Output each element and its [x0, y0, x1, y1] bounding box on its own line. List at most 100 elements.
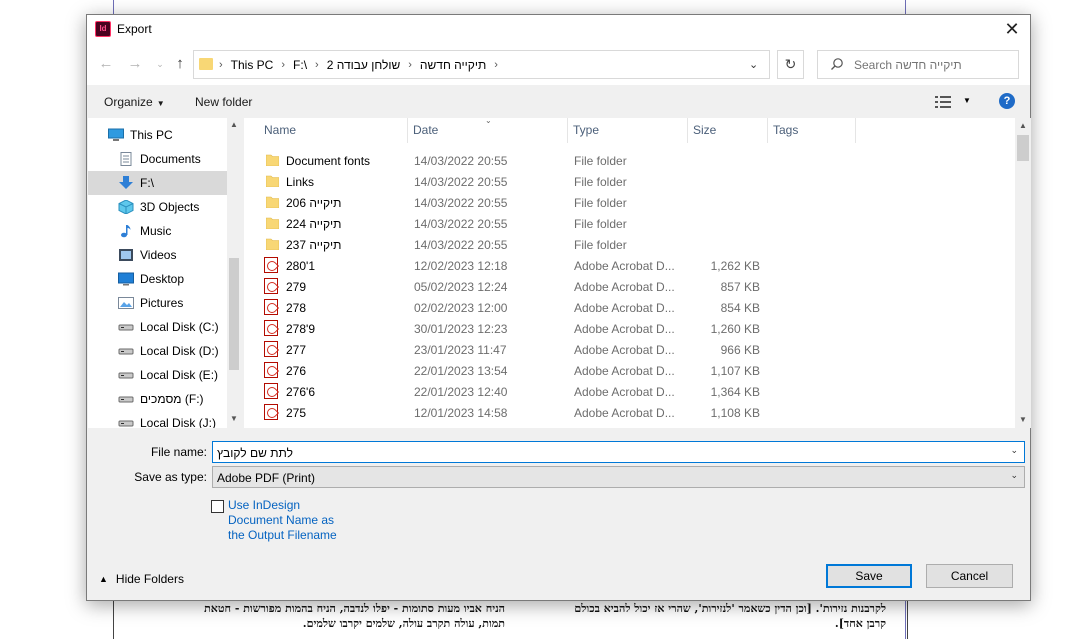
- refresh-icon[interactable]: ↻: [777, 50, 804, 79]
- documents-icon: [118, 152, 134, 166]
- file-size-cell: 1,364 KB: [710, 385, 760, 399]
- column-header-type[interactable]: Type: [568, 118, 688, 143]
- breadcrumb-item[interactable]: F:\: [293, 58, 307, 72]
- scrollbar-thumb[interactable]: [229, 258, 239, 370]
- sidebar-item[interactable]: 3D Objects: [88, 195, 227, 219]
- sidebar-item[interactable]: Local Disk (D:): [88, 339, 227, 363]
- file-size-cell: 857 KB: [720, 280, 760, 294]
- file-list-scrollbar[interactable]: ▲ ▼: [1015, 118, 1031, 428]
- table-row[interactable]: Document fonts 14/03/2022 20:55 File folde…: [244, 150, 1015, 171]
- file-type-cell: Adobe Acrobat D...: [574, 322, 675, 336]
- new-folder-button[interactable]: New folder: [195, 95, 252, 109]
- sidebar-item[interactable]: Videos: [88, 243, 227, 267]
- column-header-name[interactable]: Name: [259, 118, 408, 143]
- use-indesign-name-label[interactable]: Use InDesign Document Name as the Output…: [228, 498, 348, 543]
- table-row[interactable]: 277 23/01/2023 11:47 Adobe Acrobat D... 966…: [244, 339, 1015, 360]
- table-row[interactable]: 206 תיקייה 14/03/2022 20:55 File folder: [244, 192, 1015, 213]
- address-bar[interactable]: › This PC › F:\ › שולחן עבודה 2 › תיקייה…: [193, 50, 770, 79]
- table-row[interactable]: 275 12/01/2023 14:58 Adobe Acrobat D... 1,1…: [244, 402, 1015, 423]
- column-header-tags[interactable]: Tags: [768, 118, 856, 143]
- chevron-right-icon[interactable]: ›: [315, 59, 319, 71]
- hide-folders-button[interactable]: ▲ Hide Folders: [99, 572, 184, 586]
- file-name-input[interactable]: [217, 445, 997, 460]
- pdf-file-icon: [264, 383, 278, 399]
- column-header-size[interactable]: Size: [688, 118, 768, 143]
- help-icon[interactable]: ?: [999, 93, 1015, 109]
- table-row[interactable]: 276'6 22/01/2023 12:40 Adobe Acrobat D... 1…: [244, 381, 1015, 402]
- sidebar-item[interactable]: Music: [88, 219, 227, 243]
- table-row[interactable]: 278 02/02/2023 12:00 Adobe Acrobat D... 854…: [244, 297, 1015, 318]
- chevron-right-icon: ›: [219, 59, 223, 71]
- chevron-right-icon[interactable]: ›: [494, 59, 498, 71]
- chevron-right-icon[interactable]: ›: [281, 59, 285, 71]
- file-date-cell: 05/02/2023 12:24: [414, 280, 508, 294]
- sidebar-item-label: Pictures: [140, 296, 184, 310]
- table-row[interactable]: Links 14/03/2022 20:55 File folder: [244, 171, 1015, 192]
- file-name-combobox[interactable]: ⌄: [212, 441, 1025, 463]
- recent-locations-chevron-icon[interactable]: ⌄: [151, 55, 169, 73]
- sidebar-item[interactable]: Documents: [88, 147, 227, 171]
- nav-pane-scrollbar[interactable]: ▲ ▼: [227, 118, 241, 428]
- navigation-bar: ← → ⌄ ↑ › This PC › F:\ › שולחן עבודה 2 …: [87, 45, 1030, 85]
- pc-icon: [108, 128, 124, 142]
- file-date-cell: 14/03/2022 20:55: [414, 175, 508, 189]
- use-indesign-name-checkbox[interactable]: [211, 500, 224, 513]
- address-dropdown-icon[interactable]: ⌄: [749, 58, 758, 71]
- close-icon[interactable]: ✕: [1002, 19, 1022, 39]
- file-name-cell: 275: [286, 406, 307, 420]
- pdf-file-icon: [264, 404, 278, 420]
- table-row[interactable]: 278'9 30/01/2023 12:23 Adobe Acrobat D... 1…: [244, 318, 1015, 339]
- breadcrumb-item[interactable]: This PC: [231, 58, 274, 72]
- search-box[interactable]: [817, 50, 1019, 79]
- file-type-cell: Adobe Acrobat D...: [574, 343, 675, 357]
- scroll-up-icon[interactable]: ▲: [1015, 121, 1031, 130]
- pdf-file-icon: [264, 299, 278, 315]
- file-name-cell: 279: [286, 280, 307, 294]
- sidebar-item[interactable]: F:\: [88, 171, 227, 195]
- file-type-cell: Adobe Acrobat D...: [574, 364, 675, 378]
- scroll-down-icon[interactable]: ▼: [1015, 415, 1031, 424]
- back-arrow-icon[interactable]: ←: [97, 55, 115, 73]
- organize-button[interactable]: Organize ▼: [104, 95, 165, 109]
- file-date-cell: 12/01/2023 14:58: [414, 406, 508, 420]
- cancel-button[interactable]: Cancel: [926, 564, 1013, 588]
- file-type-cell: Adobe Acrobat D...: [574, 301, 675, 315]
- pdf-file-icon: [264, 362, 278, 378]
- breadcrumb-item[interactable]: תיקייה חדשה: [420, 58, 486, 72]
- search-input[interactable]: [854, 57, 1012, 73]
- save-as-type-select[interactable]: Adobe PDF (Print) ⌄: [212, 466, 1025, 488]
- file-date-cell: 14/03/2022 20:55: [414, 217, 508, 231]
- chevron-down-icon[interactable]: ⌄: [1010, 445, 1018, 456]
- breadcrumb-item[interactable]: שולחן עבודה 2: [327, 58, 401, 72]
- scroll-up-icon[interactable]: ▲: [227, 120, 241, 129]
- view-dropdown-icon[interactable]: ▼: [963, 96, 971, 105]
- file-size-cell: 1,260 KB: [710, 322, 760, 336]
- table-row[interactable]: 280'1 12/02/2023 12:18 Adobe Acrobat D... 1…: [244, 255, 1015, 276]
- sidebar-item[interactable]: Local Disk (E:): [88, 363, 227, 387]
- sidebar-item-label: Local Disk (E:): [140, 368, 219, 382]
- scroll-down-icon[interactable]: ▼: [227, 414, 241, 423]
- sidebar-item[interactable]: Local Disk (J:): [88, 411, 227, 428]
- pictures-icon: [118, 296, 134, 310]
- chevron-down-icon[interactable]: ⌄: [1010, 470, 1018, 481]
- table-row[interactable]: 224 תיקייה 14/03/2022 20:55 File folder: [244, 213, 1015, 234]
- pdf-file-icon: [264, 341, 278, 357]
- sidebar-item-label: מסמכים (F:): [140, 392, 204, 406]
- up-arrow-icon[interactable]: ↑: [171, 55, 189, 73]
- sidebar-item[interactable]: Desktop: [88, 267, 227, 291]
- table-row[interactable]: 279 05/02/2023 12:24 Adobe Acrobat D... 857…: [244, 276, 1015, 297]
- table-row[interactable]: 276 22/01/2023 13:54 Adobe Acrobat D... 1,1…: [244, 360, 1015, 381]
- folder-icon: [265, 196, 280, 209]
- table-row[interactable]: 237 תיקייה 14/03/2022 20:55 File folder: [244, 234, 1015, 255]
- scrollbar-thumb[interactable]: [1017, 135, 1029, 161]
- sidebar-item-label: Local Disk (J:): [140, 416, 217, 428]
- save-button[interactable]: Save: [826, 564, 912, 588]
- sidebar-item[interactable]: Pictures: [88, 291, 227, 315]
- forward-arrow-icon[interactable]: →: [126, 55, 144, 73]
- sidebar-item[interactable]: This PC: [88, 123, 227, 147]
- view-options-icon[interactable]: [935, 96, 951, 108]
- chevron-right-icon[interactable]: ›: [408, 59, 412, 71]
- pdf-file-icon: [264, 320, 278, 336]
- sidebar-item[interactable]: Local Disk (C:): [88, 315, 227, 339]
- sidebar-item[interactable]: מסמכים (F:): [88, 387, 227, 411]
